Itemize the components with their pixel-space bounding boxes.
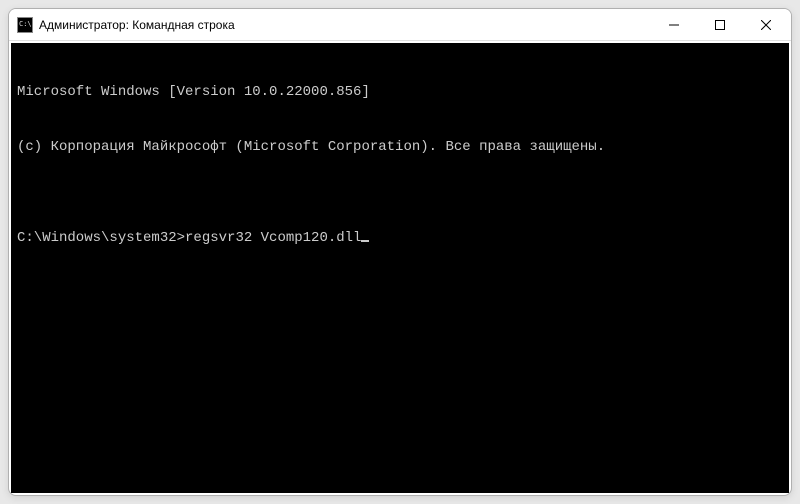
titlebar[interactable]: Администратор: Командная строка — [9, 9, 791, 41]
minimize-button[interactable] — [651, 9, 697, 40]
minimize-icon — [669, 20, 679, 30]
command-prompt-window: Администратор: Командная строка Microsof… — [8, 8, 792, 496]
cmd-icon — [17, 17, 33, 33]
window-controls — [651, 9, 789, 40]
copyright-line: (c) Корпорация Майкрософт (Microsoft Cor… — [17, 138, 783, 156]
close-icon — [761, 20, 771, 30]
window-title: Администратор: Командная строка — [39, 18, 651, 32]
maximize-button[interactable] — [697, 9, 743, 40]
maximize-icon — [715, 20, 725, 30]
version-line: Microsoft Windows [Version 10.0.22000.85… — [17, 83, 783, 101]
command-input[interactable]: regsvr32 Vcomp120.dll — [185, 229, 361, 247]
close-button[interactable] — [743, 9, 789, 40]
terminal-area[interactable]: Microsoft Windows [Version 10.0.22000.85… — [11, 43, 789, 493]
text-cursor — [361, 240, 369, 242]
prompt-line: C:\Windows\system32>regsvr32 Vcomp120.dl… — [17, 229, 783, 247]
prompt-path: C:\Windows\system32> — [17, 229, 185, 247]
